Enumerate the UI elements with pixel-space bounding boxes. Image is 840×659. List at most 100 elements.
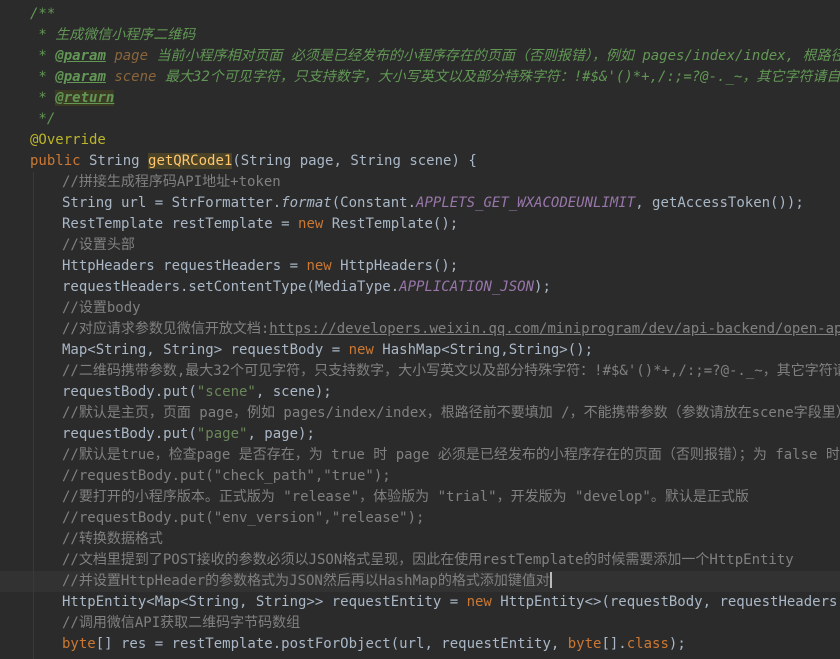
code-line[interactable]: //二维码携带参数,最大32个可见字符，只支持数字，大小写英文以及部分特殊字符：…: [0, 361, 840, 382]
indent-guide: [33, 193, 34, 214]
indent-guide: [33, 466, 34, 487]
code-token: Map<String, String> requestBody =: [62, 342, 349, 358]
code-line[interactable]: //拼接生成程序码API地址+token: [0, 172, 840, 193]
code-text: */: [30, 109, 55, 130]
code-token: @return: [55, 90, 115, 106]
code-token: new: [298, 216, 324, 232]
indent-guide: [33, 298, 34, 319]
code-text: //默认是true，检查page 是否存在，为 true 时 page 必须是已…: [62, 445, 840, 466]
code-token: //并设置HttpHeader的参数格式为JSON然后再以HashMap的格式添…: [62, 573, 550, 589]
indent-guide: [33, 424, 34, 445]
code-line[interactable]: //要打开的小程序版本。正式版为 "release"，体验版为 "trial"，…: [0, 487, 840, 508]
code-line[interactable]: public String getQRCode1(String page, St…: [0, 151, 840, 172]
code-token: RestTemplate restTemplate =: [62, 216, 299, 232]
code-token: //要打开的小程序版本。正式版为 "release"，体验版为 "trial"，…: [62, 489, 749, 505]
code-line[interactable]: //设置body: [0, 298, 840, 319]
code-line[interactable]: //并设置HttpHeader的参数格式为JSON然后再以HashMap的格式添…: [0, 571, 840, 592]
code-text: * 生成微信小程序二维码: [30, 25, 195, 46]
code-text: String url = StrFormatter.format(Constan…: [62, 193, 804, 214]
code-line[interactable]: * @param page 当前小程序相对页面 必须是已经发布的小程序存在的页面…: [0, 46, 840, 67]
code-line[interactable]: * 生成微信小程序二维码: [0, 25, 840, 46]
code-text: //转换数据格式: [62, 529, 163, 550]
code-token: getQRCode1: [148, 153, 233, 169]
code-token: //requestBody.put("env_version","release…: [62, 510, 425, 526]
code-text: RestTemplate restTemplate = new RestTemp…: [62, 214, 458, 235]
code-text: HttpEntity<Map<String, String>> requestE…: [62, 592, 840, 613]
code-line[interactable]: byte[] res = restTemplate.postForObject(…: [0, 634, 840, 655]
code-text: //文档里提到了POST接收的参数必须以JSON格式呈现，因此在使用restTe…: [62, 550, 794, 571]
code-text: @Override: [30, 130, 106, 151]
code-token: *: [30, 90, 56, 106]
indent-guide: [33, 487, 34, 508]
code-line[interactable]: //设置头部: [0, 235, 840, 256]
code-line[interactable]: requestBody.put("scene", scene);: [0, 382, 840, 403]
code-line[interactable]: * @param scene 最大32个可见字符，只支持数字，大小写英文以及部分…: [0, 67, 840, 88]
code-line[interactable]: //默认是主页，页面 page，例如 pages/index/index，根路径…: [0, 403, 840, 424]
code-token: page: [114, 48, 149, 64]
code-text: public String getQRCode1(String page, St…: [30, 151, 477, 172]
code-line[interactable]: requestHeaders.setContentType(MediaType.…: [0, 277, 840, 298]
code-text: return res;: [62, 655, 155, 659]
indent-guide: [33, 382, 34, 403]
code-token: //文档里提到了POST接收的参数必须以JSON格式呈现，因此在使用restTe…: [62, 552, 794, 568]
code-line[interactable]: //对应请求参数见微信开放文档:https://developers.weixi…: [0, 319, 840, 340]
code-text: //requestBody.put("env_version","release…: [62, 508, 424, 529]
indent-guide: [33, 214, 34, 235]
code-token: */: [30, 111, 56, 127]
code-line[interactable]: * @return: [0, 88, 840, 109]
indent-guide: [33, 655, 34, 659]
code-line[interactable]: //文档里提到了POST接收的参数必须以JSON格式呈现，因此在使用restTe…: [0, 550, 840, 571]
code-text: * @param page 当前小程序相对页面 必须是已经发布的小程序存在的页面…: [30, 46, 840, 67]
code-token: String: [80, 153, 149, 169]
code-token: [] res = restTemplate.postForObject(url,…: [95, 636, 568, 652]
code-token: HttpEntity<>(requestBody, requestHeaders…: [491, 594, 840, 610]
indent-guide: [33, 256, 34, 277]
code-line[interactable]: //转换数据格式: [0, 529, 840, 550]
code-line[interactable]: @Override: [0, 130, 840, 151]
code-line[interactable]: HttpEntity<Map<String, String>> requestE…: [0, 592, 840, 613]
code-token: new: [348, 342, 374, 358]
code-line[interactable]: //requestBody.put("env_version","release…: [0, 508, 840, 529]
code-text: requestBody.put("scene", scene);: [62, 382, 332, 403]
code-line[interactable]: Map<String, String> requestBody = new Ha…: [0, 340, 840, 361]
code-token: class: [626, 636, 669, 652]
code-editor[interactable]: /** * 生成微信小程序二维码 * @param page 当前小程序相对页面…: [0, 0, 840, 659]
code-token: //拼接生成程序码API地址+token: [62, 174, 281, 190]
code-line[interactable]: */: [0, 109, 840, 130]
code-token: requestBody.put(: [62, 426, 197, 442]
code-token: );: [534, 279, 551, 295]
code-token: APPLETS_GET_WXACODEUNLIMIT: [416, 195, 636, 211]
code-text: //拼接生成程序码API地址+token: [62, 172, 281, 193]
indent-guide: [33, 172, 34, 193]
text-caret: [549, 572, 552, 588]
code-token: //requestBody.put("check_path","true");: [62, 468, 391, 484]
code-token: HttpEntity<Map<String, String>> requestE…: [62, 594, 467, 610]
indent-guide: [33, 235, 34, 256]
code-line[interactable]: //调用微信API获取二维码字节码数组: [0, 613, 840, 634]
code-text: //对应请求参数见微信开放文档:https://developers.weixi…: [62, 319, 840, 340]
code-token: String url = StrFormatter.: [62, 195, 282, 211]
code-token: RestTemplate();: [323, 216, 459, 232]
code-text: Map<String, String> requestBody = new Ha…: [62, 340, 593, 361]
code-line[interactable]: //默认是true，检查page 是否存在，为 true 时 page 必须是已…: [0, 445, 840, 466]
code-text: //要打开的小程序版本。正式版为 "release"，体验版为 "trial"，…: [62, 487, 749, 508]
code-line[interactable]: return res;: [0, 655, 840, 659]
code-text: //设置头部: [62, 235, 135, 256]
code-line[interactable]: String url = StrFormatter.format(Constan…: [0, 193, 840, 214]
indent-guide: [33, 550, 34, 571]
code-line[interactable]: //requestBody.put("check_path","true");: [0, 466, 840, 487]
code-token: *: [30, 69, 56, 85]
code-token: , getAccessToken());: [635, 195, 804, 211]
code-line[interactable]: RestTemplate restTemplate = new RestTemp…: [0, 214, 840, 235]
code-token: public: [30, 153, 81, 169]
code-token: //设置头部: [62, 237, 135, 253]
code-token: "page": [196, 426, 248, 442]
indent-guide: [33, 508, 34, 529]
code-token: HttpHeaders();: [331, 258, 459, 274]
code-line[interactable]: requestBody.put("page", page);: [0, 424, 840, 445]
code-token: //二维码携带参数,最大32个可见字符，只支持数字，大小写英文以及部分特殊字符：…: [62, 363, 840, 379]
code-token: * 生成微信小程序二维码: [30, 27, 196, 43]
code-line[interactable]: /**: [0, 4, 840, 25]
code-line[interactable]: HttpHeaders requestHeaders = new HttpHea…: [0, 256, 840, 277]
code-token: *: [30, 48, 56, 64]
